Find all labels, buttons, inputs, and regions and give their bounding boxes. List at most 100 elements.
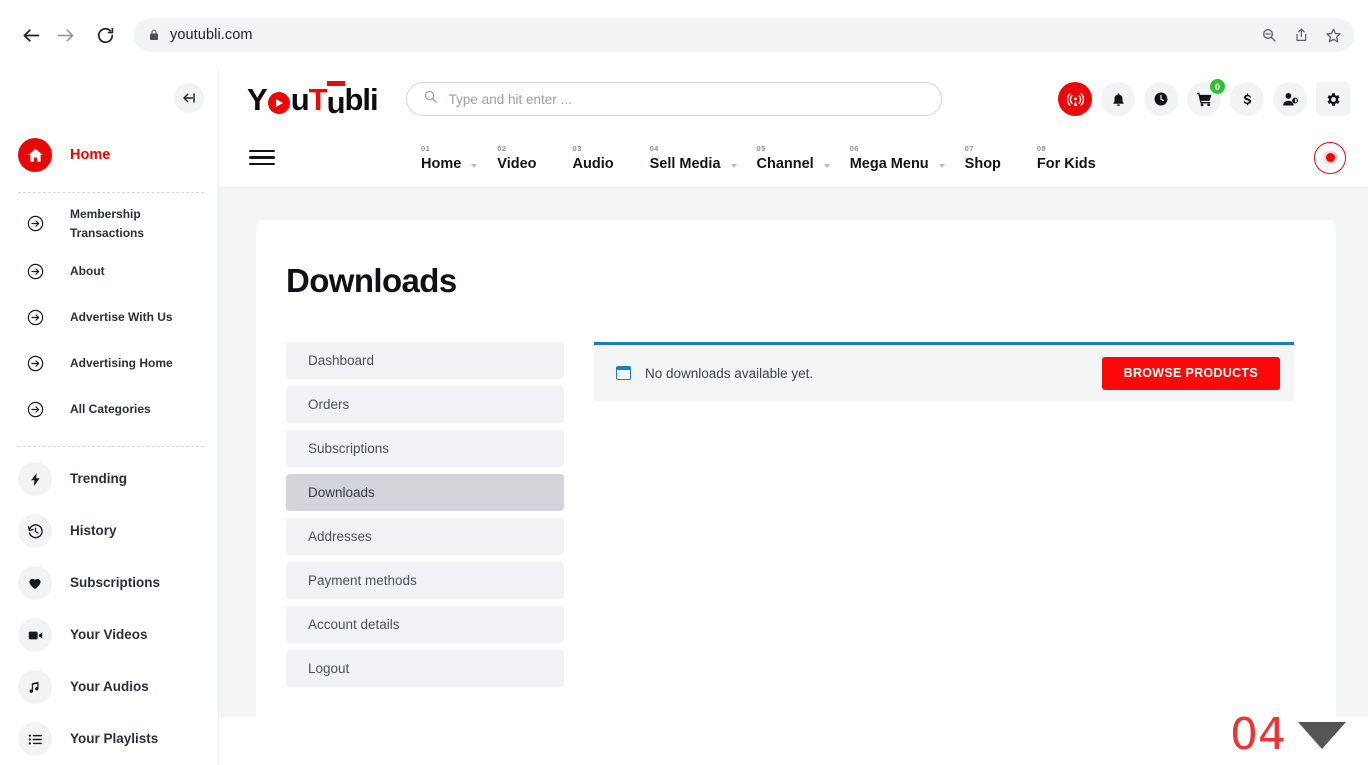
sidebar-item-about[interactable]: About [0,248,218,294]
account-nav-addresses[interactable]: Addresses [286,518,564,555]
sidebar-item-your-videos[interactable]: Your Videos [0,609,218,661]
sidebar-item-history[interactable]: History [0,505,218,557]
nav-item-channel[interactable]: 05 Channel [739,144,832,172]
sidebar-item-advertise-with-us[interactable]: Advertise With Us [0,294,218,340]
logo-part-3: T [308,81,328,117]
cart-badge: 0 [1210,79,1225,94]
nav-item-number: 08 [1036,143,1047,153]
reload-button[interactable] [88,18,122,52]
back-button[interactable] [14,18,48,52]
url-text: youtubli.com [170,27,253,43]
bookmark-star-icon[interactable] [1325,27,1342,44]
nav-item-label: Sell Media [649,155,721,172]
lightning-icon [18,462,52,497]
slide-number-marker: 04 [1230,713,1346,757]
collapse-sidebar-icon[interactable] [174,83,204,113]
sidebar-item-all-categories[interactable]: All Categories [0,386,218,432]
forward-button[interactable] [48,18,82,52]
sidebar-item-membership-transactions[interactable]: Membership Transactions [0,199,218,248]
app-window: Home Membership Transactions About Adver… [0,70,1368,765]
sidebar-home-label: Home [70,147,111,163]
nav-item-number: 07 [964,143,974,153]
site-logo[interactable]: Y u T u bli [247,80,379,118]
sidebar-item-your-playlists[interactable]: Your Playlists [0,713,218,765]
chevron-down-icon [823,163,830,168]
circle-arrow-icon [18,392,52,426]
sidebar-item-your-audios[interactable]: Your Audios [0,661,218,713]
header-icon-group: 0 [1058,79,1350,116]
nav-item-label: Shop [964,155,1001,172]
account-nav-payment-methods[interactable]: Payment methods [286,562,564,599]
live-broadcast-icon[interactable] [1058,82,1092,116]
nav-item-label: Mega Menu [849,155,929,172]
account-nav-dashboard[interactable]: Dashboard [286,342,564,379]
sidebar-item-advertising-home[interactable]: Advertising Home [0,340,218,386]
sidebar-item-home[interactable]: Home [0,126,218,184]
logo-part-2: u [290,81,310,117]
browser-toolbar: youtubli.com [0,0,1368,70]
music-note-icon [18,670,52,705]
address-bar[interactable]: youtubli.com [134,18,1354,52]
video-camera-icon [18,618,52,653]
account-nav-downloads[interactable]: Downloads [286,474,564,511]
sidebar-link-label: Advertising Home [70,355,173,370]
circle-arrow-icon [18,300,52,334]
zoom-out-icon[interactable] [1261,27,1277,43]
info-box-icon [616,366,631,380]
history-icon [18,514,52,549]
account-nav-label: Downloads [308,485,375,500]
nav-item-home[interactable]: 01 Home [403,144,479,172]
play-circle-icon [267,92,290,114]
dollar-icon[interactable] [1230,82,1264,116]
account-layout: Dashboard Orders Subscriptions Downloads [286,342,1294,694]
nav-item-sell-media[interactable]: 04 Sell Media [632,144,739,172]
record-icon[interactable] [1314,141,1346,174]
nav-item-mega-menu[interactable]: 06 Mega Menu [832,144,947,172]
sidebar-item-trending[interactable]: Trending [0,453,218,505]
sidebar-collapse-row [0,70,218,126]
main-column: Y u T u bli Type and hit enter ... 0 01 … [218,70,1368,765]
account-nav-label: Addresses [308,529,372,544]
account-nav-logout[interactable]: Logout [286,650,564,687]
chevron-down-icon [938,163,945,168]
sidebar-divider-2 [18,446,204,448]
browse-products-button[interactable]: BROWSE PRODUCTS [1101,356,1280,390]
sidebar-section-label: Your Videos [70,626,148,642]
account-panel: No downloads available yet. BROWSE PRODU… [594,342,1294,694]
add-user-icon[interactable] [1273,82,1307,116]
gear-icon[interactable] [1316,82,1350,116]
account-nav-account-details[interactable]: Account details [286,606,564,643]
share-icon[interactable] [1293,27,1309,43]
content-card: Downloads Dashboard Orders Subscriptions [256,220,1336,765]
chevron-down-icon [730,163,737,168]
triangle-down-icon[interactable] [1298,721,1346,749]
clock-icon[interactable] [1144,82,1178,116]
circle-arrow-icon [18,254,52,288]
lock-icon [148,28,160,42]
account-nav-subscriptions[interactable]: Subscriptions [286,430,564,467]
site-navigation: 01 Home 02 Video 03 Audio 04 Sell Media [219,128,1368,188]
sidebar-section-label: History [70,522,117,538]
account-nav-orders[interactable]: Orders [286,386,564,423]
search-icon [423,89,438,109]
nav-item-list: 01 Home 02 Video 03 Audio 04 Sell Media [403,144,1114,172]
account-nav-label: Logout [308,661,350,676]
nav-item-for-kids[interactable]: 08 For Kids [1019,144,1114,172]
sidebar-section-label: Trending [70,470,127,486]
sidebar-section-label: Your Playlists [70,730,159,746]
circle-arrow-icon [18,346,52,380]
search-input[interactable]: Type and hit enter ... [405,82,942,116]
nav-item-number: 04 [649,143,659,153]
nav-item-label: Video [497,155,537,172]
hamburger-icon[interactable] [249,149,275,166]
slide-footer-strip [219,717,1368,765]
sidebar-item-subscriptions[interactable]: Subscriptions [0,557,218,609]
sidebar-link-label: Advertise With Us [70,309,173,324]
cart-icon[interactable]: 0 [1187,79,1225,116]
bell-icon[interactable] [1101,82,1135,116]
chevron-down-icon [471,163,478,168]
circle-arrow-icon [18,207,52,241]
nav-item-audio[interactable]: 03 Audio [555,144,632,172]
nav-item-video[interactable]: 02 Video [479,144,554,172]
nav-item-shop[interactable]: 07 Shop [947,144,1019,172]
